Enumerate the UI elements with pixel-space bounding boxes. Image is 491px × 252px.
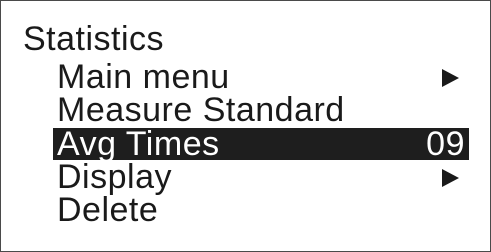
submenu-arrow-icon	[442, 169, 459, 187]
menu-item-label: Avg Times	[57, 125, 220, 163]
page-title: Statistics	[23, 20, 165, 58]
menu-item-main-menu[interactable]: Main menu	[53, 58, 469, 96]
menu-item-label: Main menu	[57, 58, 230, 96]
menu-item-measure-standard[interactable]: Measure Standard	[53, 91, 469, 129]
menu-item-label: Delete	[57, 191, 159, 229]
submenu-arrow-icon	[442, 69, 459, 87]
avg-times-value: 09	[426, 125, 465, 163]
menu-item-label: Measure Standard	[57, 91, 345, 129]
menu-item-delete[interactable]: Delete	[53, 191, 469, 229]
lcd-screen: Statistics Main menu Measure Standard Av…	[0, 0, 491, 252]
menu-item-avg-times[interactable]: Avg Times 09	[53, 125, 469, 163]
menu-item-display[interactable]: Display	[53, 158, 469, 196]
statistics-menu: Main menu Measure Standard Avg Times 09 …	[53, 58, 469, 229]
menu-item-label: Display	[57, 158, 172, 196]
